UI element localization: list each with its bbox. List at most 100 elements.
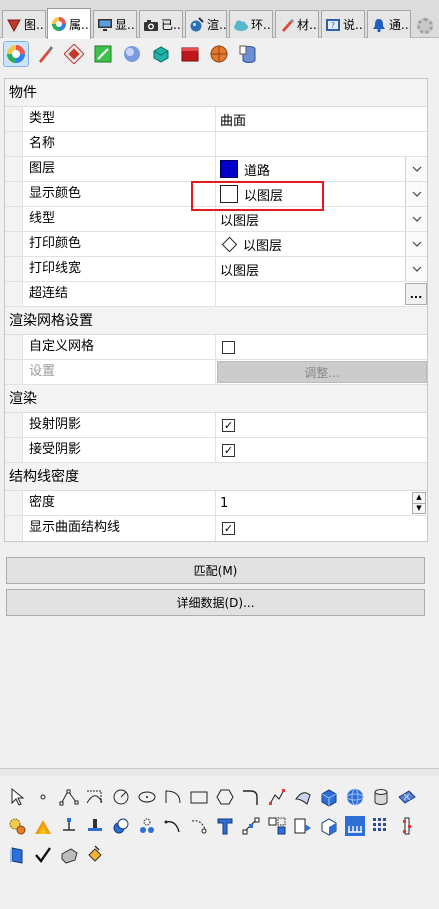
prop-row-print-color: 打印颜色 以图层 [5, 232, 427, 257]
prop-row-print-width: 打印线宽 以图层 [5, 257, 427, 282]
fillet-tool[interactable] [160, 813, 186, 839]
tab-label: 属... [69, 17, 91, 32]
rectangle-tool[interactable] [186, 784, 212, 810]
displacement-icon [124, 46, 140, 62]
tab-environment[interactable]: 环... [229, 10, 273, 38]
mesh-icon [398, 790, 416, 804]
ellipse-tool[interactable] [134, 784, 160, 810]
tab-layers[interactable]: 图... [2, 10, 46, 38]
layout-tool[interactable] [4, 842, 30, 868]
paint-brush-icon [39, 46, 53, 63]
render-tool[interactable] [30, 813, 56, 839]
decal-page-button[interactable] [90, 41, 116, 67]
show-isocurves-checkbox[interactable]: ✓ [222, 522, 235, 535]
boolean-icon [113, 818, 129, 834]
solid-box-tool[interactable] [316, 784, 342, 810]
hyperlink-browse-button[interactable]: ... [405, 283, 427, 305]
texture-mapping-button[interactable] [61, 41, 87, 67]
details-button[interactable]: 详细数据(D)... [6, 589, 425, 616]
prop-row-mesh-settings: 设置 调整... [5, 360, 427, 385]
tab-display[interactable]: 显... [93, 10, 137, 38]
grid-dots-icon [373, 818, 386, 831]
arc-tool[interactable] [160, 784, 186, 810]
sphere-tool[interactable] [342, 784, 368, 810]
density-input[interactable]: 1 ▲ ▼ [216, 491, 427, 515]
match-button[interactable]: 匹配(M) [6, 557, 425, 584]
tab-materials[interactable]: 材... [275, 10, 319, 38]
receive-shadows-checkbox[interactable]: ✓ [222, 443, 235, 457]
spin-down-icon[interactable]: ▼ [413, 504, 425, 514]
mesh-tool[interactable] [394, 784, 420, 810]
chevron-down-icon[interactable] [405, 157, 427, 181]
block-tool[interactable] [264, 813, 290, 839]
tab-notifications[interactable]: 通... [367, 10, 411, 38]
transform-tool[interactable] [82, 813, 108, 839]
fillet-curve-tool[interactable] [238, 784, 264, 810]
custom-mesh-checkbox[interactable] [222, 340, 235, 354]
decal-icon [94, 45, 112, 63]
polygon-tool[interactable] [212, 784, 238, 810]
surface-tool[interactable] [290, 784, 316, 810]
chevron-down-icon[interactable] [405, 182, 427, 206]
chevron-down-icon[interactable] [405, 257, 427, 281]
tab-label: 图... [24, 18, 46, 32]
chevron-down-icon[interactable] [405, 232, 427, 256]
displacement-button[interactable] [119, 41, 145, 67]
paint-object-tool[interactable] [82, 842, 108, 868]
print-color-dropdown[interactable]: 以图层 [216, 232, 427, 256]
prop-row-cast-shadows: 投射阴影 ✓ [5, 413, 427, 438]
rectangle-icon [190, 791, 208, 804]
properties-tab-icon [52, 17, 66, 31]
object-properties-button[interactable] [3, 41, 29, 67]
select-tool[interactable] [4, 784, 30, 810]
drafting-tool[interactable] [290, 813, 316, 839]
gear-icon[interactable] [417, 18, 433, 34]
tab-help[interactable]: ? 说... [321, 10, 365, 38]
spin-up-icon[interactable]: ▲ [413, 493, 425, 504]
edit-points-tool[interactable] [264, 784, 290, 810]
name-input[interactable] [216, 132, 427, 156]
object-properties-panel: 物件 类型 曲面 名称 图层 道路 显示颜色 以图层 线型 以图层 打印颜色 以… [4, 78, 428, 542]
history-tool[interactable] [394, 813, 420, 839]
shut-lining-button[interactable] [206, 41, 232, 67]
thickening-button[interactable] [177, 41, 203, 67]
point-icon [40, 794, 46, 800]
adjust-mesh-button[interactable]: 调整... [217, 361, 427, 383]
tab-named-views[interactable]: 已... [139, 10, 183, 38]
chevron-down-icon[interactable] [405, 207, 427, 231]
cylinder-tool[interactable] [368, 784, 394, 810]
hyperlink-input[interactable]: ... [216, 282, 427, 306]
prop-label: 图层 [23, 157, 216, 181]
analyze-tool[interactable] [238, 813, 264, 839]
group-tool[interactable] [134, 813, 160, 839]
cast-shadows-checkbox[interactable]: ✓ [222, 418, 235, 432]
circle-tool[interactable] [108, 784, 134, 810]
render-object-tool[interactable] [316, 813, 342, 839]
dimension-tool[interactable] [56, 813, 82, 839]
shade-tool[interactable] [56, 842, 82, 868]
boolean-tool[interactable] [108, 813, 134, 839]
text-tool[interactable] [212, 813, 238, 839]
check-tool[interactable] [30, 842, 56, 868]
print-width-dropdown[interactable]: 以图层 [216, 257, 427, 281]
array-tool[interactable] [342, 813, 368, 839]
point-tool[interactable] [30, 784, 56, 810]
drafting-icon [294, 818, 311, 834]
polyline-tool[interactable] [56, 784, 82, 810]
material-page-button[interactable] [32, 41, 58, 67]
prop-label: 名称 [23, 132, 216, 156]
layer-dropdown[interactable]: 道路 [216, 157, 427, 181]
prop-row-density: 密度 1 ▲ ▼ [5, 491, 427, 516]
curve-from-object-tool[interactable] [186, 813, 212, 839]
edit-points-icon [269, 789, 285, 805]
tab-label: 说... [343, 18, 365, 32]
light-tool[interactable] [4, 813, 30, 839]
tab-properties[interactable]: 属... [47, 8, 91, 39]
density-spinner[interactable]: ▲ ▼ [412, 492, 426, 514]
database-page-button[interactable] [235, 41, 261, 67]
curve-tool[interactable] [82, 784, 108, 810]
grid-snap-tool[interactable] [368, 813, 394, 839]
edge-softening-button[interactable] [148, 41, 174, 67]
block-icon [268, 817, 286, 835]
tab-rendering[interactable]: 渲... [185, 10, 227, 38]
